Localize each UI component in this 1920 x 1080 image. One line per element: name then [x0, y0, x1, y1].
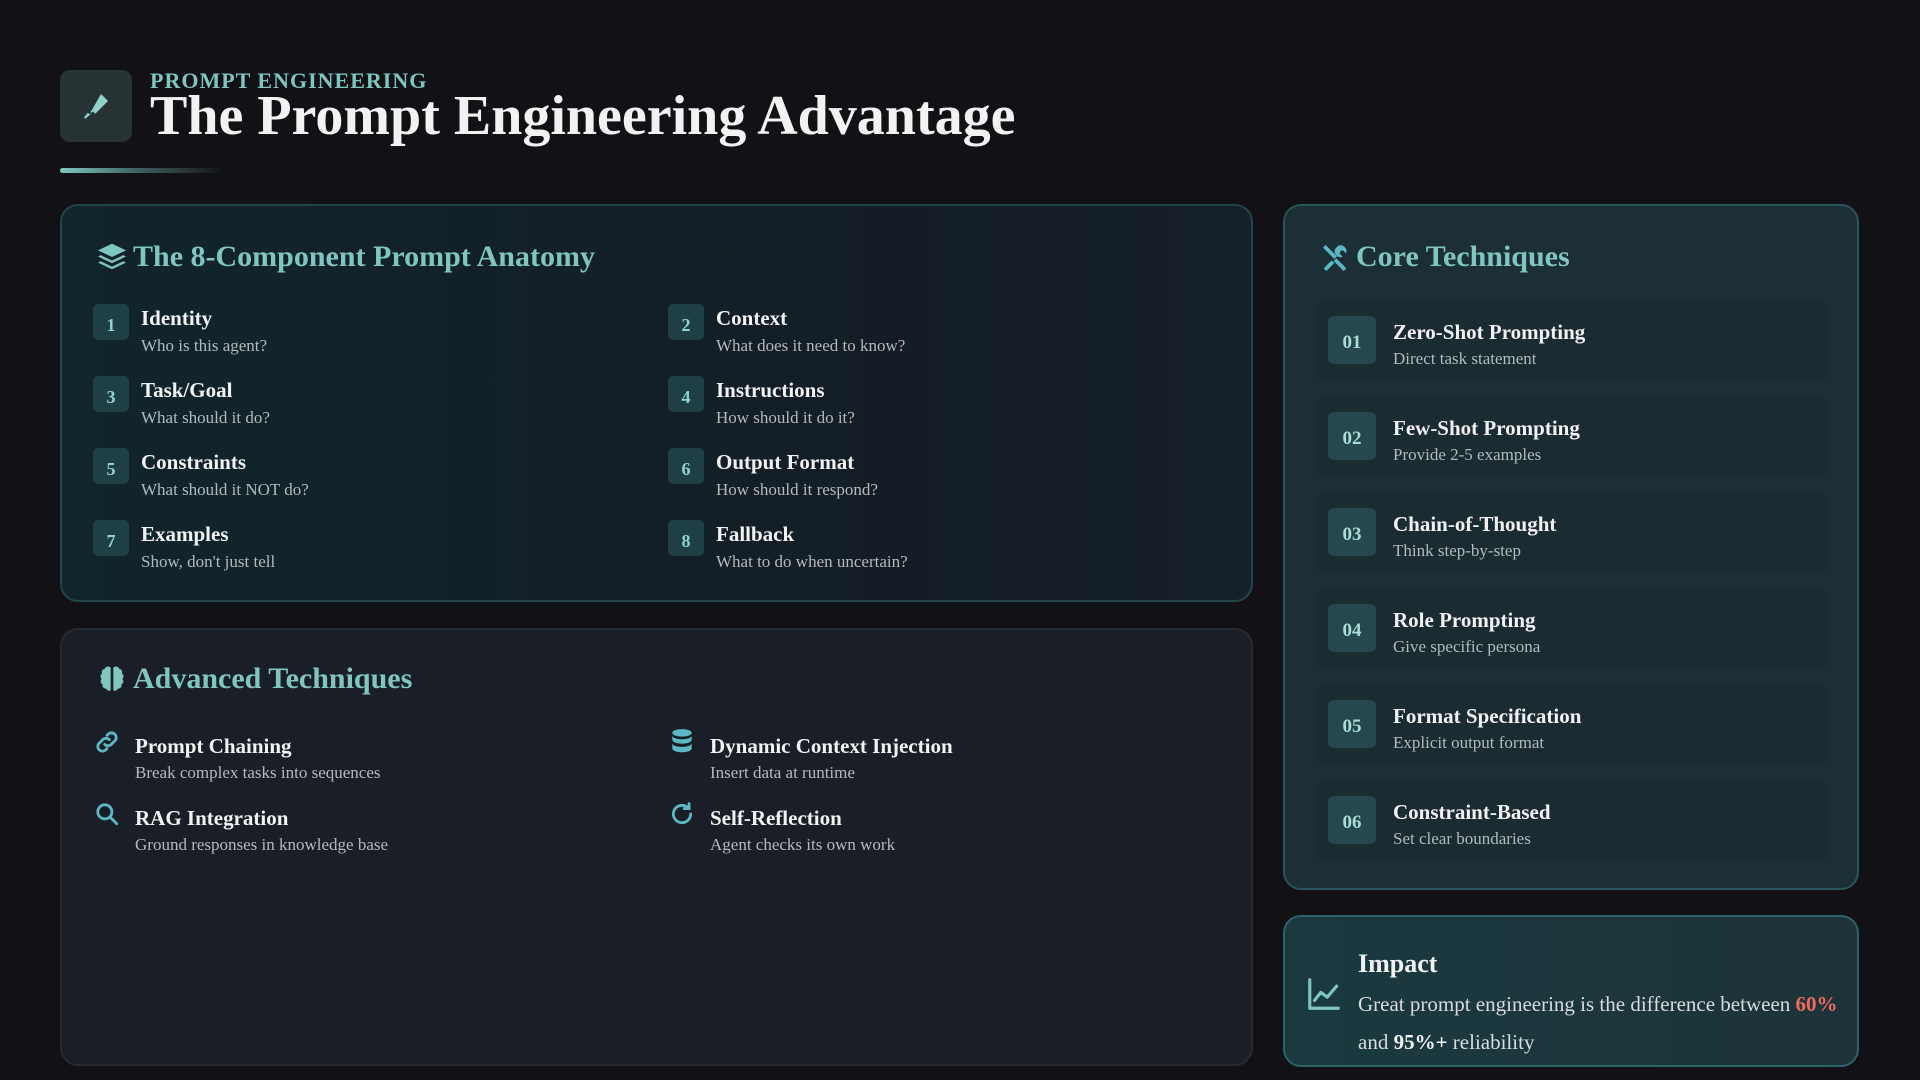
technique-title: Format Specification [1393, 704, 1582, 728]
technique-row: 03 Chain-of-Thought Think step-by-step [1316, 494, 1829, 572]
number-badge: 5 [93, 448, 129, 484]
advanced-item-title: Prompt Chaining [135, 734, 292, 758]
anatomy-item: 7 Examples Show, don't just tell [93, 518, 633, 580]
advanced-heading-label: Advanced Techniques [133, 662, 413, 695]
anatomy-card: The 8-Component Prompt Anatomy 1 Identit… [60, 204, 1253, 602]
technique-row: 05 Format Specification Explicit output … [1316, 686, 1829, 764]
technique-number: 03 [1328, 508, 1376, 556]
advanced-item-description: Insert data at runtime [710, 763, 855, 782]
impact-title: Impact [1358, 949, 1438, 978]
item-description: What does it need to know? [716, 336, 906, 355]
technique-number: 05 [1328, 700, 1376, 748]
technique-title: Zero-Shot Prompting [1393, 320, 1586, 344]
advanced-item-title: RAG Integration [135, 806, 289, 830]
advanced-item: Prompt Chaining Break complex tasks into… [93, 728, 653, 790]
item-title: Instructions [716, 378, 825, 402]
impact-card: Impact Great prompt engineering is the d… [1283, 915, 1859, 1067]
layers-icon [95, 240, 129, 274]
item-title: Fallback [716, 522, 795, 546]
technique-number: 02 [1328, 412, 1376, 460]
advanced-item: Self-Reflection Agent checks its own wor… [668, 800, 1228, 862]
anatomy-item: 8 Fallback What to do when uncertain? [668, 518, 1208, 580]
technique-row: 02 Few-Shot Prompting Provide 2-5 exampl… [1316, 398, 1829, 476]
technique-title: Few-Shot Prompting [1393, 416, 1580, 440]
anatomy-heading-label: The 8-Component Prompt Anatomy [133, 240, 595, 273]
technique-description: Direct task statement [1393, 349, 1537, 368]
item-title: Output Format [716, 450, 855, 474]
title-underline [60, 168, 225, 173]
item-description: What should it NOT do? [141, 480, 309, 499]
impact-text-middle: and [1358, 1030, 1394, 1054]
advanced-item-title: Dynamic Context Injection [710, 734, 953, 758]
database-icon [668, 728, 696, 756]
technique-description: Provide 2-5 examples [1393, 445, 1542, 464]
technique-title: Chain-of-Thought [1393, 512, 1557, 536]
chart-line-icon [1305, 975, 1343, 1013]
item-title: Examples [141, 522, 229, 546]
advanced-heading: Advanced Techniques [95, 662, 412, 696]
technique-description: Give specific persona [1393, 637, 1541, 656]
number-badge: 7 [93, 520, 129, 556]
pen-icon [60, 70, 132, 142]
impact-highlight-low: 60% [1795, 992, 1838, 1016]
impact-text-before: Great prompt engineering is the differen… [1358, 992, 1796, 1016]
anatomy-item: 6 Output Format How should it respond? [668, 446, 1208, 508]
item-description: Who is this agent? [141, 336, 268, 355]
item-title: Constraints [141, 450, 247, 474]
tools-icon [1318, 240, 1352, 274]
item-description: How should it do it? [716, 408, 855, 427]
core-heading: Core Techniques [1318, 240, 1570, 274]
number-badge: 8 [668, 520, 704, 556]
number-badge: 1 [93, 304, 129, 340]
item-title: Identity [141, 306, 213, 330]
technique-row: 04 Role Prompting Give specific persona [1316, 590, 1829, 668]
impact-highlight-high: 95%+ [1393, 1030, 1448, 1054]
technique-number: 01 [1328, 316, 1376, 364]
number-badge: 6 [668, 448, 704, 484]
refresh-icon [668, 800, 696, 828]
anatomy-item: 4 Instructions How should it do it? [668, 374, 1208, 436]
item-title: Context [716, 306, 788, 330]
anatomy-item: 5 Constraints What should it NOT do? [93, 446, 633, 508]
technique-number: 06 [1328, 796, 1376, 844]
anatomy-item: 1 Identity Who is this agent? [93, 302, 633, 364]
item-description: What to do when uncertain? [716, 552, 908, 571]
advanced-item: Dynamic Context Injection Insert data at… [668, 728, 1228, 790]
technique-row: 01 Zero-Shot Prompting Direct task state… [1316, 302, 1829, 380]
technique-description: Explicit output format [1393, 733, 1545, 752]
page-header: PROMPT ENGINEERING The Prompt Engineerin… [60, 68, 1360, 180]
page-title: The Prompt Engineering Advantage [150, 85, 1016, 147]
number-badge: 3 [93, 376, 129, 412]
item-description: How should it respond? [716, 480, 878, 499]
advanced-item-description: Ground responses in knowledge base [135, 835, 389, 854]
core-techniques-card: Core Techniques 01 Zero-Shot Prompting D… [1283, 204, 1859, 890]
technique-row: 06 Constraint-Based Set clear boundaries [1316, 782, 1829, 860]
link-icon [93, 728, 121, 756]
technique-title: Constraint-Based [1393, 800, 1551, 824]
number-badge: 4 [668, 376, 704, 412]
advanced-card: Advanced Techniques Prompt Chaining Brea… [60, 628, 1253, 1066]
item-title: Task/Goal [141, 378, 233, 402]
search-icon [93, 800, 121, 828]
advanced-item-description: Agent checks its own work [710, 835, 896, 854]
technique-description: Think step-by-step [1393, 541, 1521, 560]
anatomy-item: 3 Task/Goal What should it do? [93, 374, 633, 436]
number-badge: 2 [668, 304, 704, 340]
brain-icon [95, 662, 129, 696]
advanced-item-description: Break complex tasks into sequences [135, 763, 381, 782]
technique-title: Role Prompting [1393, 608, 1536, 632]
anatomy-item: 2 Context What does it need to know? [668, 302, 1208, 364]
impact-text-after: reliability [1447, 1030, 1535, 1054]
anatomy-heading: The 8-Component Prompt Anatomy [95, 240, 595, 274]
advanced-item: RAG Integration Ground responses in know… [93, 800, 653, 862]
technique-description: Set clear boundaries [1393, 829, 1531, 848]
advanced-item-title: Self-Reflection [710, 806, 842, 830]
item-description: What should it do? [141, 408, 270, 427]
core-heading-label: Core Techniques [1356, 240, 1570, 273]
item-description: Show, don't just tell [141, 552, 276, 571]
technique-number: 04 [1328, 604, 1376, 652]
impact-text: Great prompt engineering is the differen… [1358, 985, 1848, 1061]
